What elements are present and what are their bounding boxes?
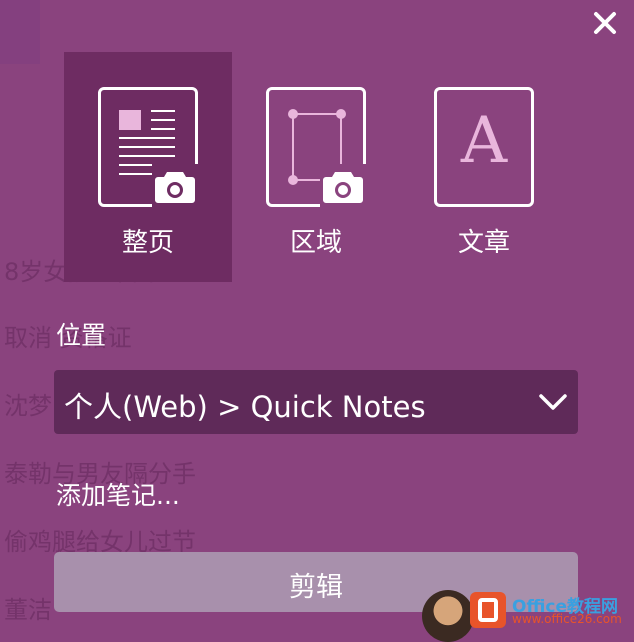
- chevron-down-icon: [539, 394, 567, 410]
- article-icon: A: [434, 87, 534, 207]
- background-text: 沈梦: [4, 392, 52, 420]
- mode-label: 文章: [457, 228, 510, 258]
- watermark-avatar: [422, 590, 474, 642]
- office-logo-icon: [470, 592, 506, 628]
- article-glyph: A: [460, 104, 508, 178]
- camera-icon: [152, 164, 198, 208]
- add-note-link[interactable]: 添加笔记...: [56, 476, 180, 512]
- background-text: 董洁: [4, 596, 52, 624]
- location-value: 个人(Web) > Quick Notes: [64, 390, 426, 424]
- mode-label: 区域: [289, 228, 342, 258]
- location-label: 位置: [56, 321, 107, 350]
- watermark-url: www.office26.com: [512, 612, 622, 626]
- location-dropdown[interactable]: 个人(Web) > Quick Notes: [54, 370, 578, 434]
- close-icon: [594, 12, 616, 34]
- close-button[interactable]: [590, 8, 620, 38]
- mode-label: 整页: [121, 228, 174, 258]
- clip-mode-article[interactable]: A 文章: [400, 52, 568, 282]
- camera-icon: [320, 164, 366, 208]
- background-panel: [0, 0, 40, 64]
- clip-mode-full-page[interactable]: 整页: [64, 52, 232, 282]
- clip-mode-region[interactable]: 区域: [232, 52, 400, 282]
